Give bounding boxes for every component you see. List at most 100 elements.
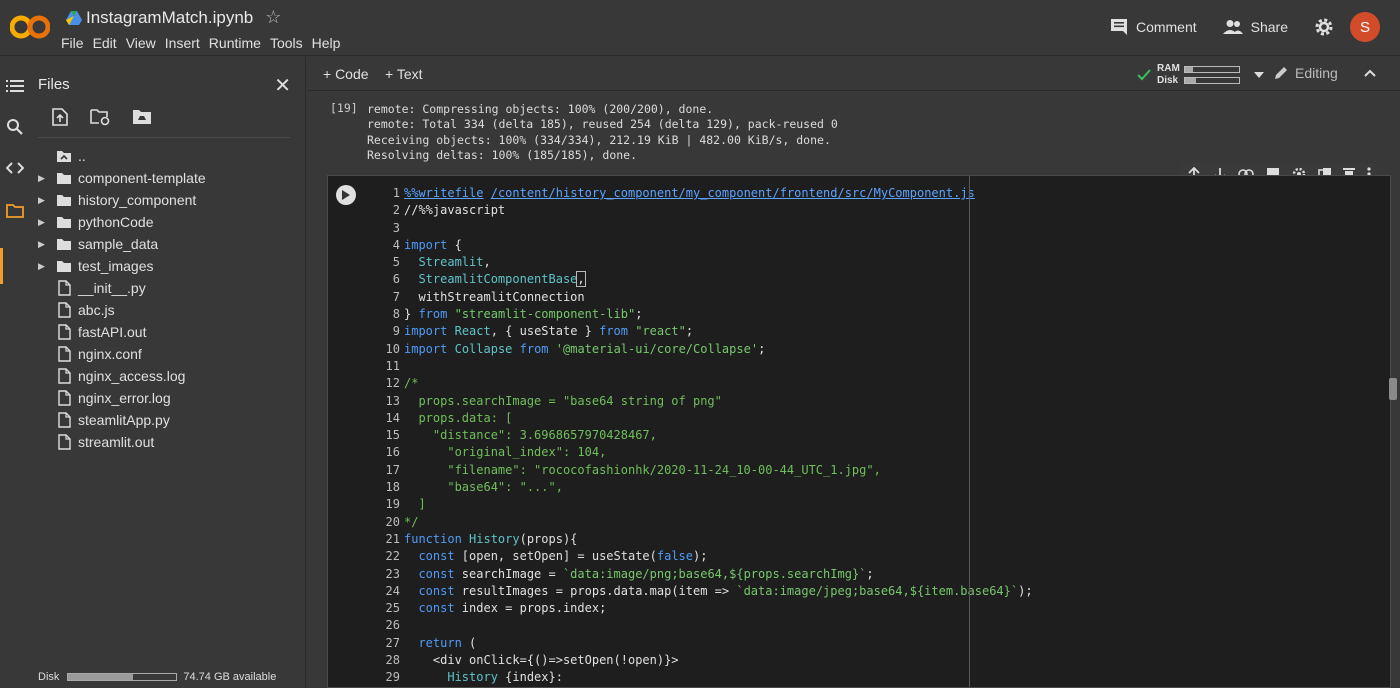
execution-count: [19] — [330, 101, 358, 115]
folder-icon — [57, 239, 71, 250]
menu-file[interactable]: File — [61, 35, 84, 51]
tree-item-label: nginx_error.log — [78, 390, 171, 406]
folder-item[interactable]: ▶ component-template — [30, 167, 300, 189]
comment-label: Comment — [1135, 19, 1197, 35]
tree-item-label: __init__.py — [78, 280, 146, 296]
tree-item-label: sample_data — [78, 236, 159, 252]
drive-icon — [66, 10, 82, 25]
menu-insert[interactable]: Insert — [165, 35, 200, 51]
editing-status[interactable]: Editing — [1273, 65, 1376, 81]
people-icon — [1222, 20, 1243, 34]
refresh-folder-icon[interactable] — [90, 108, 110, 126]
file-icon — [58, 434, 71, 450]
ram-label: RAM — [1157, 63, 1180, 74]
comment-icon — [1110, 19, 1127, 35]
file-item[interactable]: nginx_error.log — [30, 387, 300, 409]
notebook-title[interactable]: InstagramMatch.ipynb — [86, 8, 253, 28]
pencil-icon — [1275, 67, 1287, 79]
settings-gear-icon[interactable] — [1314, 17, 1334, 37]
folder-item[interactable]: ▶ sample_data — [30, 233, 300, 255]
column-ruler — [969, 176, 970, 687]
files-title: Files — [38, 76, 70, 93]
folder-icon — [57, 173, 71, 184]
scrollbar-thumb[interactable] — [1389, 378, 1397, 400]
file-item[interactable]: fastAPI.out — [30, 321, 300, 343]
ram-disk-indicator[interactable]: RAM Disk — [1137, 63, 1264, 87]
disk-usage-fill — [68, 674, 134, 680]
expand-arrow-icon[interactable]: ▶ — [38, 239, 45, 250]
folder-icon — [57, 195, 71, 206]
folder-item[interactable]: ▶ pythonCode — [30, 211, 300, 233]
menu-edit[interactable]: Edit — [93, 35, 117, 51]
run-cell-button[interactable] — [336, 185, 356, 205]
file-icon — [58, 280, 71, 296]
code-text[interactable]: %%writefile /content/history_component/m… — [404, 185, 1033, 687]
menu-runtime[interactable]: Runtime — [209, 35, 261, 51]
toolbar-divider — [38, 137, 290, 138]
header-actions: Comment Share S — [1110, 12, 1400, 42]
tree-item-label: history_component — [78, 192, 197, 208]
file-icon — [58, 368, 71, 384]
upload-file-icon[interactable] — [52, 108, 68, 126]
star-icon[interactable]: ☆ — [265, 7, 281, 28]
tree-item-label: nginx_access.log — [78, 368, 186, 384]
expand-arrow-icon[interactable]: ▶ — [38, 261, 45, 272]
comment-button[interactable]: Comment — [1110, 18, 1197, 36]
file-icon — [58, 302, 71, 318]
search-icon[interactable] — [6, 118, 24, 136]
file-icon — [58, 390, 71, 406]
chevron-up-icon[interactable] — [1364, 69, 1376, 77]
folder-item[interactable]: ▶ history_component — [30, 189, 300, 211]
add-text-button[interactable]: + Text — [385, 66, 423, 82]
notebook-main: + Code + Text RAM Disk Editing [19] remot… — [307, 57, 1400, 688]
mount-drive-icon[interactable] — [132, 108, 152, 126]
code-cell[interactable]: 1 2 3 4 5 6 7 8 9 10 11 12 13 14 15 16 17 18 19 20 21 22 23 24 2… — [327, 175, 1391, 688]
folder-item[interactable]: ▶ test_images — [30, 255, 300, 277]
editing-label: Editing — [1295, 65, 1338, 81]
notebook-title-area: InstagramMatch.ipynb ☆ — [66, 7, 281, 28]
tree-item-label: nginx.conf — [78, 346, 142, 362]
folder-icon — [57, 217, 71, 228]
chevron-down-icon[interactable] — [1253, 72, 1264, 78]
disk-usage-bar — [67, 673, 178, 681]
left-rail — [0, 57, 30, 688]
file-icon — [58, 412, 71, 428]
tree-item-label: .. — [78, 148, 86, 164]
file-item[interactable]: nginx.conf — [30, 343, 300, 365]
file-tree: .. ▶ component-template ▶ history_component ▶… — [30, 145, 300, 453]
disk-label: Disk — [38, 671, 60, 683]
tree-item-label: fastAPI.out — [78, 324, 147, 340]
table-of-contents-icon[interactable] — [6, 77, 24, 95]
output-text: remote: Compressing objects: 100% (200/2… — [367, 101, 838, 163]
folder-icon — [57, 261, 71, 272]
share-button[interactable]: Share — [1222, 19, 1288, 35]
folder-up-icon — [57, 151, 71, 162]
avatar[interactable]: S — [1350, 12, 1380, 42]
parent-folder-item[interactable]: .. — [30, 145, 300, 167]
colab-logo[interactable] — [10, 10, 50, 44]
code-editor[interactable]: 1 2 3 4 5 6 7 8 9 10 11 12 13 14 15 16 17 18 19 20 21 22 23 24 2… — [364, 176, 1390, 687]
expand-arrow-icon[interactable]: ▶ — [38, 173, 45, 184]
expand-arrow-icon[interactable]: ▶ — [38, 217, 45, 228]
folder-icon[interactable] — [6, 202, 24, 220]
play-icon — [342, 190, 350, 200]
code-snippets-icon[interactable] — [6, 159, 24, 177]
file-item[interactable]: streamlit.out — [30, 431, 300, 453]
menu-view[interactable]: View — [126, 35, 156, 51]
top-bar: InstagramMatch.ipynb ☆ File Edit View In… — [0, 0, 1400, 56]
active-tab-indicator — [0, 248, 3, 284]
tree-item-label: steamlitApp.py — [78, 412, 170, 428]
file-item[interactable]: steamlitApp.py — [30, 409, 300, 431]
file-item[interactable]: nginx_access.log — [30, 365, 300, 387]
add-code-button[interactable]: + Code — [323, 66, 369, 82]
menu-tools[interactable]: Tools — [270, 35, 303, 51]
line-number-gutter: 1 2 3 4 5 6 7 8 9 10 11 12 13 14 15 16 17 18 19 20 21 22 23 24 2… — [385, 186, 400, 685]
disk-usage: Disk 74.74 GB available — [38, 671, 276, 683]
expand-arrow-icon[interactable]: ▶ — [38, 195, 45, 206]
file-item[interactable]: __init__.py — [30, 277, 300, 299]
file-item[interactable]: abc.js — [30, 299, 300, 321]
check-icon — [1137, 69, 1151, 81]
menu-help[interactable]: Help — [312, 35, 341, 51]
tree-item-label: pythonCode — [78, 214, 154, 230]
close-icon[interactable]: ✕ — [274, 73, 291, 98]
